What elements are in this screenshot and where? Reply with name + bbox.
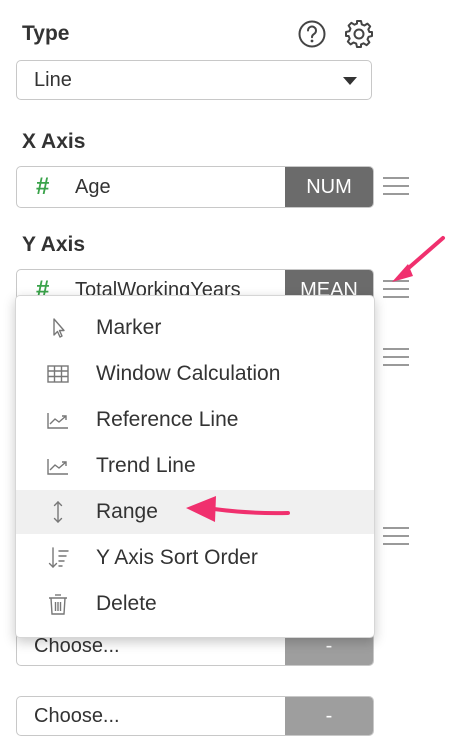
line-chart-icon [46,454,70,478]
choose-select[interactable]: Choose... - [16,696,374,736]
y-axis-label: Y Axis [22,233,86,256]
menu-item-reference-line[interactable]: Reference Line [16,398,374,442]
annotation-arrow-icon [392,236,445,282]
x-axis-field[interactable]: # Age NUM [16,166,374,208]
menu-item-marker[interactable]: Marker [16,306,374,350]
menu-item-label: Y Axis Sort Order [96,546,258,569]
gear-icon[interactable] [343,18,375,50]
vertical-range-arrows-icon [46,500,70,524]
x-axis-aggregation-button[interactable]: NUM [285,167,373,207]
type-label: Type [22,22,70,45]
hamburger-menu-icon[interactable] [383,527,409,547]
menu-item-delete[interactable]: Delete [16,582,374,626]
menu-item-label: Reference Line [96,408,239,431]
menu-item-y-axis-sort-order[interactable]: Y Axis Sort Order [16,536,374,580]
menu-item-window-calculation[interactable]: Window Calculation [16,352,374,396]
annotation-arrow-icon [186,496,290,522]
sort-descending-icon [46,546,70,570]
hamburger-menu-icon[interactable] [383,348,409,368]
remove-button[interactable]: - [285,697,373,735]
table-grid-icon [46,362,70,386]
x-axis-label: X Axis [22,130,86,153]
menu-item-label: Window Calculation [96,362,281,385]
line-chart-icon [46,408,70,432]
menu-item-label: Delete [96,592,157,615]
choose-placeholder: Choose... [34,705,120,727]
caret-down-icon [343,77,357,85]
menu-item-label: Marker [96,316,162,339]
x-axis-field-name: Age [75,176,111,198]
chart-type-value: Line [34,69,72,91]
cursor-pointer-icon [46,316,70,340]
menu-item-label: Trend Line [96,454,196,477]
chart-type-select[interactable]: Line [16,60,372,100]
trash-icon [46,592,70,616]
x-axis-menu-icon[interactable] [383,177,409,197]
y-axis-context-menu: Marker Window Calculation Reference Line… [15,295,375,638]
numeric-type-icon: # [36,173,50,200]
choose-placeholder: Choose... [34,635,120,657]
menu-item-trend-line[interactable]: Trend Line [16,444,374,488]
menu-item-label: Range [96,500,158,523]
question-circle-icon[interactable] [296,18,328,50]
